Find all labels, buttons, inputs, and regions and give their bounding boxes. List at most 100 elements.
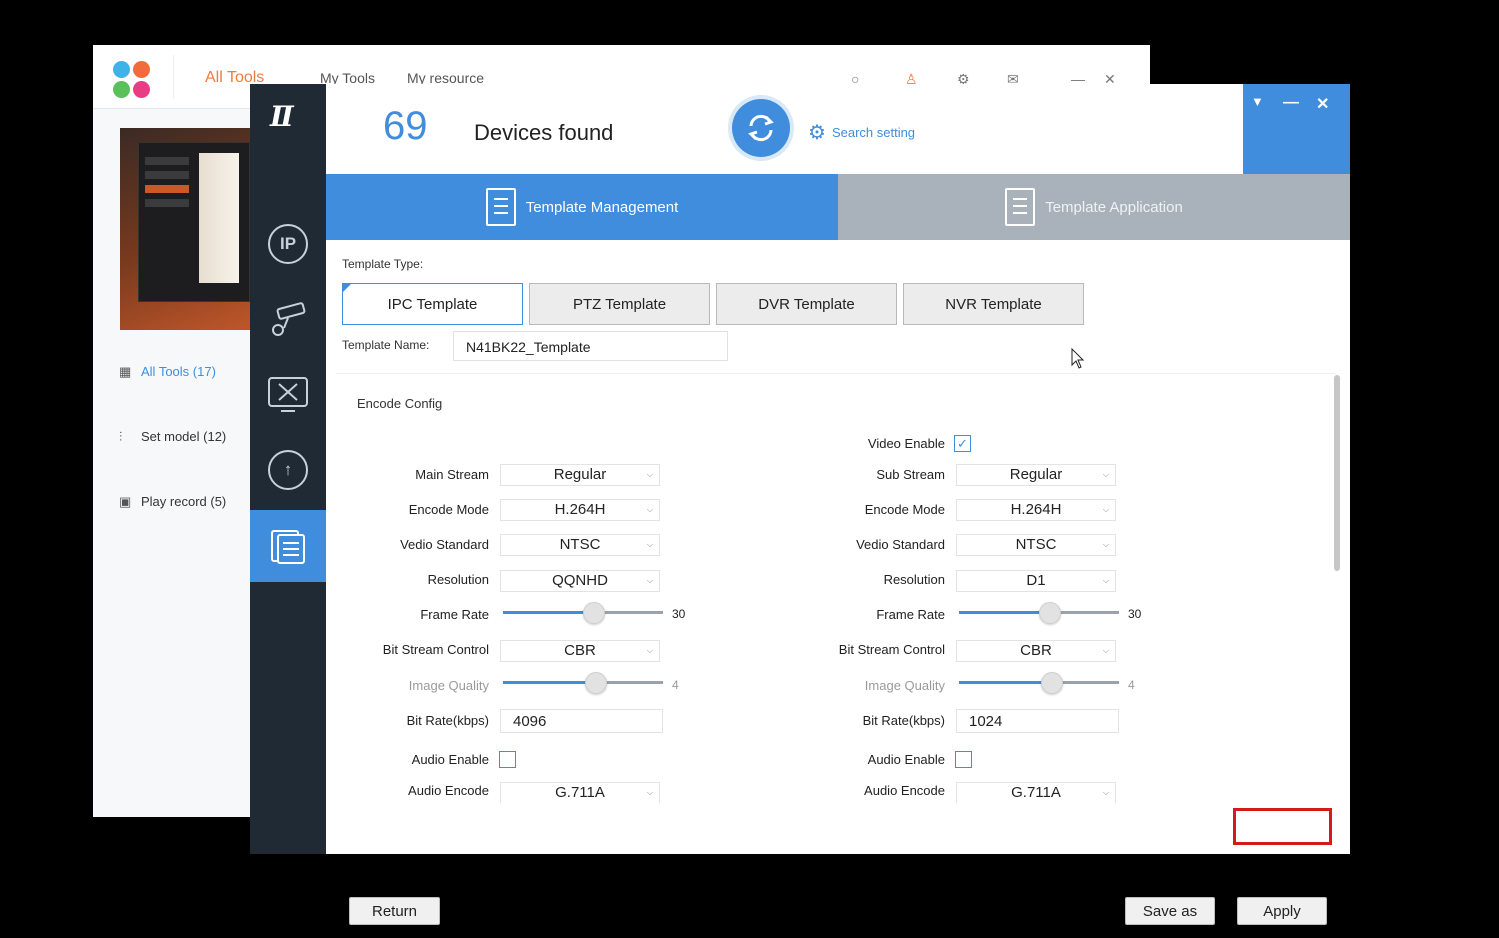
main-frame-rate-slider[interactable] bbox=[503, 601, 663, 624]
main-stream-label: Main Stream bbox=[415, 467, 489, 482]
sub-stream-select[interactable]: Regular ⌵ bbox=[956, 464, 1116, 486]
nvr-template-button[interactable]: NVR Template bbox=[903, 283, 1084, 325]
ip-icon: IP bbox=[268, 224, 308, 264]
sub-image-quality-value: 4 bbox=[1128, 678, 1135, 692]
ipc-template-button[interactable]: IPC Template bbox=[342, 283, 523, 325]
apply-highlight-box bbox=[1233, 808, 1332, 845]
chevron-down-icon: ⌵ bbox=[646, 788, 653, 797]
return-button[interactable]: Return bbox=[349, 897, 440, 925]
nav-upgrade[interactable]: ↑ bbox=[250, 434, 326, 506]
launcher-logo-icon bbox=[113, 61, 151, 99]
sub-audio-enable-checkbox[interactable] bbox=[955, 751, 972, 768]
window-controls: ▼ — ✕ bbox=[1243, 84, 1350, 174]
main-stream-select[interactable]: Regular ⌵ bbox=[500, 464, 660, 486]
device-count: 69 bbox=[383, 104, 428, 148]
launcher-item-set-model[interactable]: ⫶ Set model (12) bbox=[119, 429, 226, 445]
tab-template-management[interactable]: Template Management bbox=[326, 174, 838, 240]
config-scrollbar[interactable] bbox=[1334, 375, 1340, 571]
check-icon: ✓ bbox=[957, 436, 968, 451]
sub-encode-mode-label: Encode Mode bbox=[864, 502, 945, 517]
camera-gear-icon bbox=[272, 302, 306, 336]
sub-frame-rate-slider[interactable] bbox=[959, 601, 1119, 624]
main-audio-encode-select[interactable]: G.711A ⌵ bbox=[500, 782, 660, 803]
upload-icon: ↑ bbox=[268, 450, 308, 490]
sub-image-quality-slider[interactable] bbox=[959, 671, 1119, 694]
nav-templates[interactable] bbox=[250, 510, 326, 582]
main-frame-rate-label: Frame Rate bbox=[420, 607, 489, 622]
tools-monitor-icon bbox=[268, 377, 308, 412]
nav-ip-search[interactable]: IP bbox=[250, 208, 326, 280]
main-bitrate-label: Bit Rate(kbps) bbox=[406, 713, 489, 728]
main-resolution-label: Resolution bbox=[427, 572, 489, 587]
sub-resolution-select[interactable]: D1 ⌵ bbox=[956, 570, 1116, 592]
main-image-quality-label: Image Quality bbox=[408, 678, 489, 693]
ptz-template-button[interactable]: PTZ Template bbox=[529, 283, 710, 325]
main-encode-mode-select[interactable]: H.264H ⌵ bbox=[500, 499, 660, 521]
main-bitrate-input[interactable]: 4096 bbox=[500, 709, 663, 733]
devices-found-label: Devices found bbox=[474, 120, 614, 145]
sub-resolution-label: Resolution bbox=[883, 572, 945, 587]
template-type-label: Template Type: bbox=[342, 257, 424, 271]
menu-dropdown-icon[interactable]: ▼ bbox=[1251, 94, 1264, 109]
sub-video-standard-label: Vedio Standard bbox=[856, 537, 945, 552]
sub-bitrate-input[interactable]: 1024 bbox=[956, 709, 1119, 733]
header: 69 Devices found ⚙ Search setting ▼ — ✕ bbox=[326, 84, 1350, 174]
sub-audio-encode-label: Audio Encode bbox=[864, 783, 945, 798]
save-as-button[interactable]: Save as bbox=[1125, 897, 1215, 925]
config-tool-window: Ⅱ IP ↑ 69 Devices found ⚙ Search setting… bbox=[250, 84, 1350, 925]
minimize-icon[interactable]: — bbox=[1283, 94, 1299, 112]
sub-bitstream-label: Bit Stream Control bbox=[838, 642, 945, 657]
chevron-down-icon: ⌵ bbox=[1102, 540, 1109, 549]
close-icon[interactable]: ✕ bbox=[1316, 94, 1329, 114]
dvr-template-button[interactable]: DVR Template bbox=[716, 283, 897, 325]
video-enable-checkbox[interactable]: ✓ bbox=[954, 435, 971, 452]
video-enable-label: Video Enable bbox=[867, 436, 945, 451]
chevron-down-icon: ⌵ bbox=[646, 505, 653, 514]
slider-handle[interactable] bbox=[583, 602, 606, 624]
main-encode-mode-label: Encode Mode bbox=[408, 502, 489, 517]
nav-tools[interactable] bbox=[250, 359, 326, 431]
main-audio-enable-checkbox[interactable] bbox=[499, 751, 516, 768]
chevron-down-icon: ⌵ bbox=[646, 540, 653, 549]
nav-camera-config[interactable] bbox=[250, 282, 326, 354]
sub-frame-rate-value: 30 bbox=[1128, 607, 1142, 621]
launcher-item-all-tools[interactable]: ▦ All Tools (17) bbox=[119, 364, 216, 380]
search-setting-link[interactable]: ⚙ Search setting bbox=[808, 120, 915, 145]
template-name-input[interactable]: N41BK22_Template bbox=[453, 331, 728, 361]
slider-handle[interactable] bbox=[1039, 602, 1062, 624]
refresh-button[interactable] bbox=[732, 99, 790, 157]
sub-encode-mode-select[interactable]: H.264H ⌵ bbox=[956, 499, 1116, 521]
document-export-icon bbox=[1005, 188, 1036, 226]
apply-button[interactable]: Apply bbox=[1237, 897, 1327, 925]
tab-template-application[interactable]: Template Application bbox=[838, 174, 1350, 240]
template-name-label: Template Name: bbox=[342, 338, 430, 352]
slider-handle[interactable] bbox=[1040, 672, 1063, 694]
mouse-cursor-icon bbox=[1071, 348, 1085, 369]
main-bitstream-select[interactable]: CBR ⌵ bbox=[500, 640, 660, 662]
main-resolution-select[interactable]: QQNHD ⌵ bbox=[500, 570, 660, 592]
templates-icon bbox=[271, 530, 305, 564]
main-image-quality-value: 4 bbox=[672, 678, 679, 692]
sub-video-standard-select[interactable]: NTSC ⌵ bbox=[956, 534, 1116, 556]
chevron-down-icon: ⌵ bbox=[1102, 505, 1109, 514]
main-image-quality-slider[interactable] bbox=[503, 671, 663, 694]
chevron-down-icon: ⌵ bbox=[1102, 646, 1109, 655]
play-icon: ▣ bbox=[119, 494, 132, 509]
encode-config-panel: Encode Config Video Enable ✓ Main Stream… bbox=[336, 373, 1336, 803]
sub-bitstream-select[interactable]: CBR ⌵ bbox=[956, 640, 1116, 662]
grid-icon: ▦ bbox=[119, 364, 132, 379]
sub-audio-encode-select[interactable]: G.711A ⌵ bbox=[956, 782, 1116, 803]
chevron-down-icon: ⌵ bbox=[646, 576, 653, 585]
sub-frame-rate-label: Frame Rate bbox=[876, 607, 945, 622]
main-audio-enable-label: Audio Enable bbox=[411, 752, 489, 767]
sub-bitrate-label: Bit Rate(kbps) bbox=[862, 713, 945, 728]
main-bitstream-label: Bit Stream Control bbox=[382, 642, 489, 657]
gear-icon: ⚙ bbox=[808, 122, 826, 144]
chevron-down-icon: ⌵ bbox=[646, 470, 653, 479]
tool-thumbnail[interactable] bbox=[120, 128, 250, 330]
launcher-item-play-record[interactable]: ▣ Play record (5) bbox=[119, 494, 226, 510]
slider-handle[interactable] bbox=[584, 672, 607, 694]
main-video-standard-select[interactable]: NTSC ⌵ bbox=[500, 534, 660, 556]
sub-image-quality-label: Image Quality bbox=[864, 678, 945, 693]
document-add-icon bbox=[485, 188, 516, 226]
